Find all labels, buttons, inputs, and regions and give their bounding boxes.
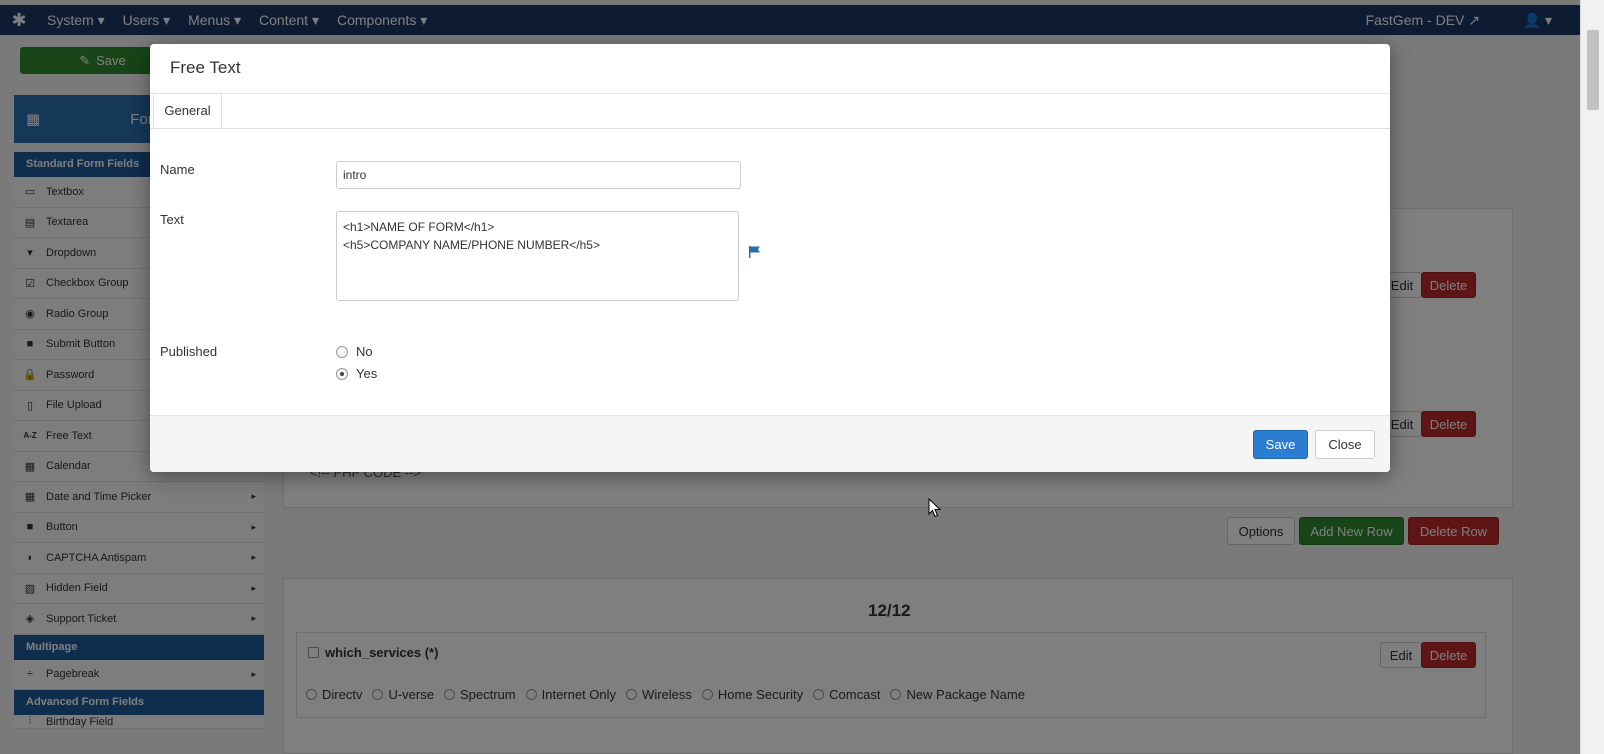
modal-close-button[interactable]: Close bbox=[1315, 430, 1375, 459]
free-text-modal: Free Text General Name Text <h1>NAME OF … bbox=[150, 44, 1390, 472]
published-label: Published bbox=[160, 344, 218, 359]
text-label: Text bbox=[160, 212, 184, 227]
tab-divider bbox=[150, 128, 1390, 129]
radio-label-no: No bbox=[356, 344, 373, 359]
modal-footer bbox=[150, 415, 1390, 472]
modal-save-button[interactable]: Save bbox=[1253, 430, 1308, 459]
modal-header-divider bbox=[150, 93, 1390, 94]
radio-icon bbox=[336, 345, 348, 358]
radio-label-yes: Yes bbox=[356, 366, 378, 381]
published-yes-radio[interactable]: Yes bbox=[336, 366, 377, 381]
published-no-radio[interactable]: No bbox=[336, 344, 373, 359]
mouse-cursor-icon bbox=[928, 498, 942, 518]
tab-general[interactable]: General bbox=[153, 93, 222, 128]
radio-checked-icon bbox=[336, 367, 348, 380]
flag-icon[interactable] bbox=[748, 245, 762, 259]
text-textarea[interactable]: <h1>NAME OF FORM</h1> <h5>COMPANY NAME/P… bbox=[336, 211, 739, 301]
modal-title: Free Text bbox=[170, 58, 241, 77]
name-input[interactable] bbox=[336, 161, 741, 189]
name-label: Name bbox=[160, 162, 195, 177]
page-scrollbar[interactable] bbox=[1580, 0, 1604, 754]
scrollbar-thumb[interactable] bbox=[1587, 30, 1599, 110]
